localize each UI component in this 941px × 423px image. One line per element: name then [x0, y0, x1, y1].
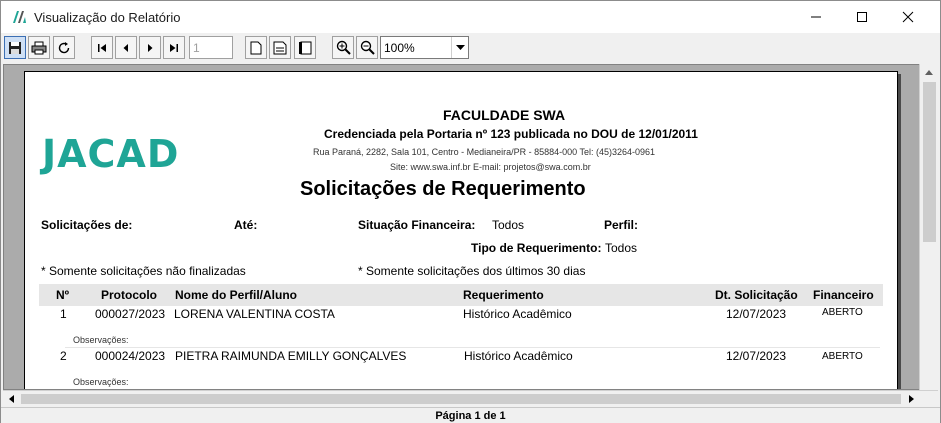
minimize-icon: [811, 16, 821, 18]
zoom-value: 100%: [384, 41, 415, 55]
zoom-in-icon: [336, 40, 351, 55]
printer-icon: [31, 41, 47, 54]
report-title: Solicitações de Requerimento: [300, 178, 586, 200]
chevron-left-icon: [123, 43, 128, 52]
institution-name: FACULDADE SWA: [443, 107, 566, 123]
arrow-up-icon: [925, 70, 933, 75]
report-viewer-window: Visualização do Relatório 1 100% JACAD F…: [0, 0, 941, 423]
zoom-out-icon: [360, 40, 375, 55]
toolbar: 100%: [1, 33, 940, 63]
table-header: Nº Protocolo Nome do Perfil/Aluno Requer…: [39, 284, 883, 306]
save-button[interactable]: [4, 36, 26, 59]
note-unfinished: * Somente solicitações não finalizadas: [41, 264, 246, 278]
accreditation-text: Credenciada pela Portaria nº 123 publica…: [324, 127, 698, 141]
arrow-left-icon: [9, 395, 14, 403]
vertical-scrollbar[interactable]: [919, 64, 938, 390]
full-page-view-button[interactable]: [294, 36, 316, 59]
column-header-nome: Nome do Perfil/Aluno: [175, 288, 298, 302]
zoom-select[interactable]: 100%: [380, 36, 469, 59]
single-page-view-button[interactable]: [245, 36, 267, 59]
page-indicator: Página 1 de 1: [1, 407, 940, 423]
filter-tipo-label: Tipo de Requerimento:: [471, 241, 602, 255]
filter-tipo-value: Todos: [605, 241, 638, 255]
column-header-protocolo: Protocolo: [101, 288, 157, 302]
refresh-icon: [58, 41, 70, 53]
app-logo-icon: [13, 11, 26, 23]
column-header-dt-solicitacao: Dt. Solicitação: [715, 288, 798, 302]
vertical-scroll-thumb[interactable]: [923, 82, 936, 242]
page-icon: [250, 41, 262, 54]
page-number-input[interactable]: [189, 36, 233, 59]
row-financeiro: ABERTO: [822, 307, 863, 318]
last-page-icon: [170, 43, 178, 52]
filter-ate-label: Até:: [234, 218, 258, 232]
row-numero: 2: [60, 349, 67, 363]
filter-situacao-label: Situação Financeira:: [358, 218, 476, 232]
row-protocolo: 000027/2023: [95, 307, 166, 321]
row-observacoes: Observações:: [73, 335, 129, 345]
page-width-icon: [273, 41, 287, 54]
floppy-disk-icon: [9, 41, 21, 54]
arrow-right-icon: [909, 395, 914, 403]
window-title: Visualização do Relatório: [34, 10, 181, 25]
zoom-dropdown-button[interactable]: [451, 37, 468, 58]
row-protocolo: 000024/2023: [95, 349, 166, 363]
first-page-icon: [98, 43, 106, 52]
jacad-logo: JACAD: [42, 132, 180, 176]
horizontal-scrollbar[interactable]: [3, 390, 938, 407]
page-width-view-button[interactable]: [269, 36, 291, 59]
column-header-numero: Nº: [56, 288, 70, 302]
horizontal-scroll-thumb[interactable]: [21, 394, 901, 404]
chevron-right-icon: [148, 43, 153, 52]
column-header-requerimento: Requerimento: [463, 288, 544, 302]
row-observacoes: Observações:: [73, 377, 129, 387]
row-financeiro: ABERTO: [822, 351, 863, 362]
row-requerimento: Histórico Acadêmico: [464, 349, 573, 363]
address-text: Rua Paraná, 2282, Sala 101, Centro - Med…: [313, 147, 656, 157]
maximize-icon: [857, 12, 867, 22]
close-button[interactable]: [885, 1, 931, 33]
minimize-button[interactable]: [793, 1, 839, 33]
row-numero: 1: [60, 307, 67, 321]
print-button[interactable]: [28, 36, 50, 59]
filter-perfil-label: Perfil:: [604, 218, 639, 232]
scroll-up-button[interactable]: [920, 64, 938, 81]
report-page: JACAD FACULDADE SWA Credenciada pela Por…: [24, 71, 898, 389]
filter-solicitacoes-de-label: Solicitações de:: [41, 218, 133, 232]
refresh-button[interactable]: [53, 36, 75, 59]
row-divider: [65, 347, 880, 348]
title-bar: Visualização do Relatório: [1, 1, 940, 33]
first-page-button[interactable]: [91, 36, 113, 59]
row-nome: PIETRA RAIMUNDA EMILLY GONÇALVES: [175, 349, 407, 363]
column-header-financeiro: Financeiro: [813, 288, 874, 302]
row-data: 12/07/2023: [726, 307, 787, 321]
next-page-button[interactable]: [139, 36, 161, 59]
chevron-down-icon: [455, 44, 465, 50]
scroll-left-button[interactable]: [3, 391, 20, 407]
close-icon: [902, 11, 914, 23]
last-page-button[interactable]: [163, 36, 185, 59]
site-email-text: Site: www.swa.inf.br E-mail: projetos@sw…: [390, 162, 591, 172]
scroll-right-button[interactable]: [903, 391, 920, 407]
filter-situacao-value: Todos: [492, 218, 525, 232]
row-nome: LORENA VALENTINA COSTA: [174, 307, 335, 321]
zoom-in-button[interactable]: [332, 36, 354, 59]
previous-page-button[interactable]: [115, 36, 137, 59]
row-data: 12/07/2023: [726, 349, 787, 363]
maximize-button[interactable]: [839, 1, 885, 33]
zoom-out-button[interactable]: [356, 36, 378, 59]
note-last-30-days: * Somente solicitações dos últimos 30 di…: [358, 264, 586, 278]
row-requerimento: Histórico Acadêmico: [463, 307, 572, 321]
report-viewport[interactable]: JACAD FACULDADE SWA Credenciada pela Por…: [3, 64, 938, 390]
full-page-icon: [299, 41, 312, 54]
